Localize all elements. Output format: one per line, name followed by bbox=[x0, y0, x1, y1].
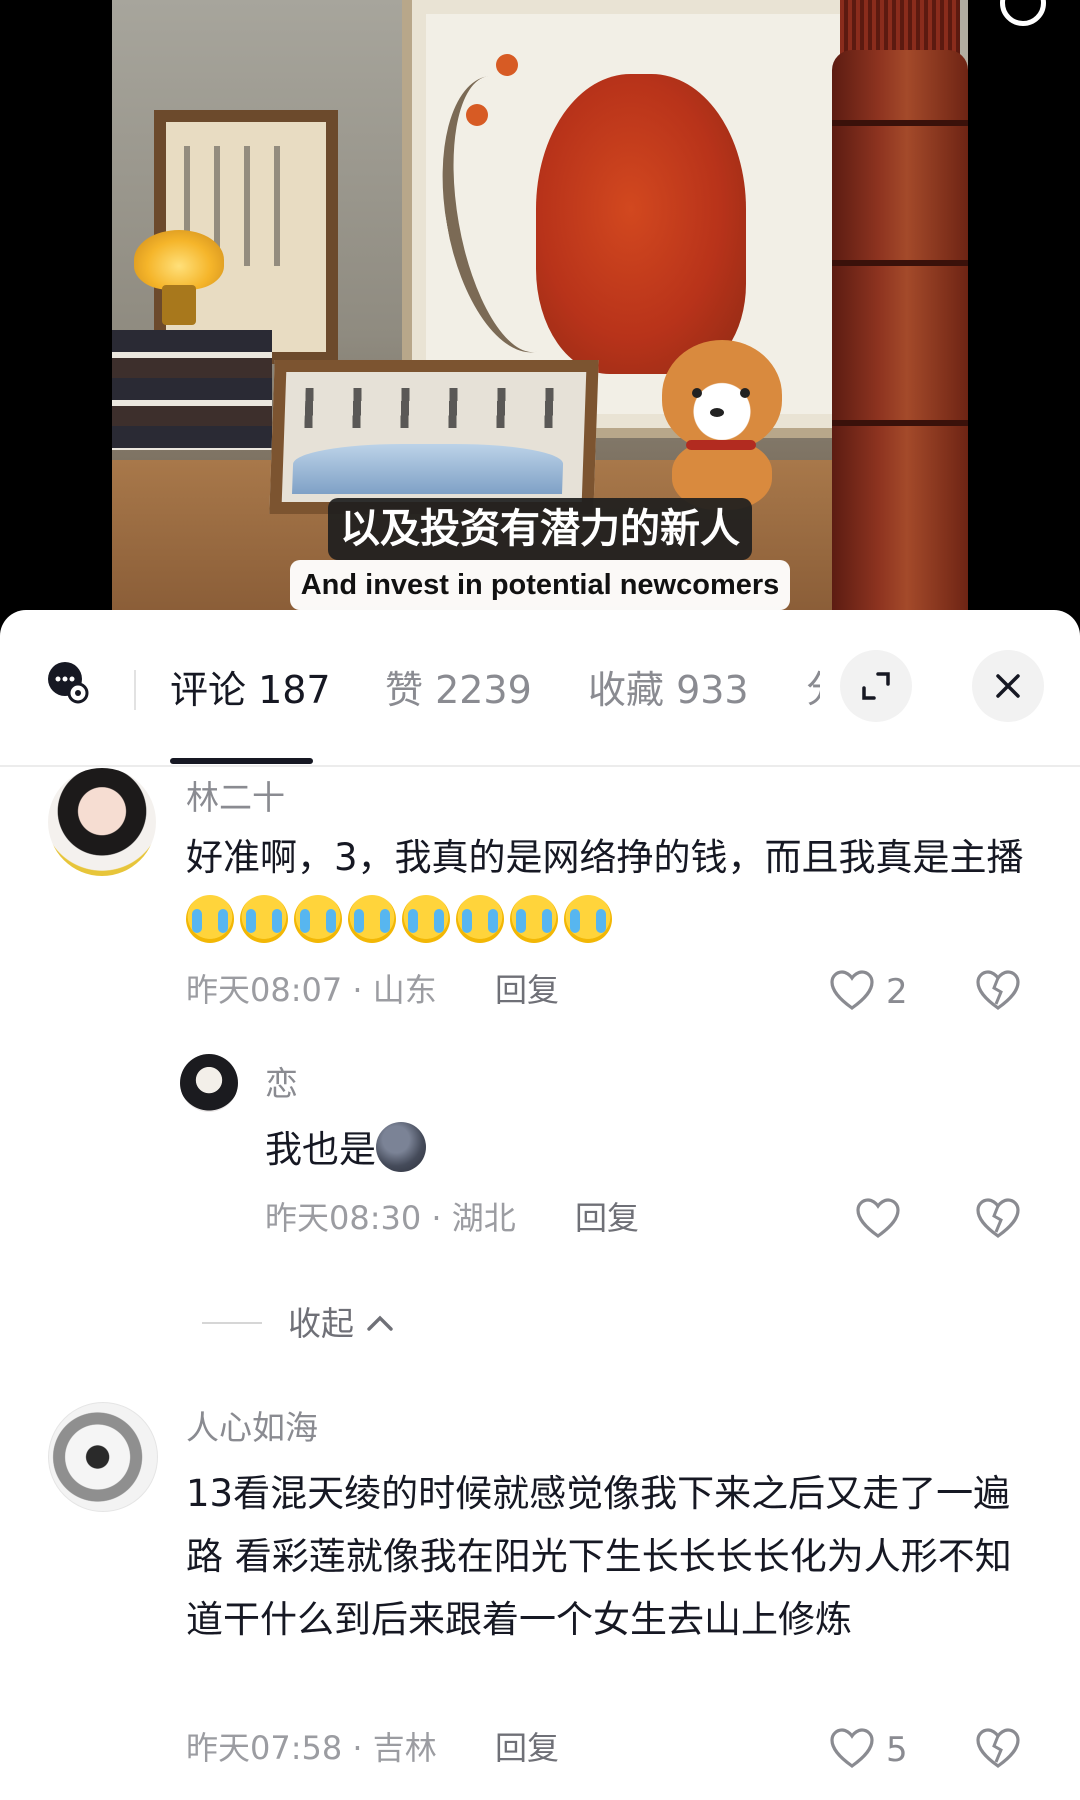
dislike-broken-heart-icon[interactable] bbox=[974, 1726, 1022, 1770]
like-count: 2 bbox=[886, 972, 908, 1012]
tabs-divider bbox=[0, 765, 1080, 767]
comment-text: 好准啊，3，我真的是网络挣的钱，而且我真是主播 bbox=[186, 826, 1036, 952]
comment-body: 好准啊，3，我真的是网络挣的钱，而且我真是主播 bbox=[186, 836, 1024, 879]
avatar[interactable] bbox=[48, 1402, 158, 1512]
comments-sheet: 评论 187 赞 2239 收藏 933 分 林二十 好准啊，3，我真的是网络挣… bbox=[0, 610, 1080, 1800]
tab-divider bbox=[134, 670, 136, 710]
lotus-lamp bbox=[134, 230, 224, 290]
crying-face-icon bbox=[348, 895, 396, 943]
expand-button[interactable] bbox=[840, 650, 912, 722]
avatar[interactable] bbox=[48, 768, 156, 876]
active-tab-indicator bbox=[170, 758, 313, 764]
crying-face-icon bbox=[456, 895, 504, 943]
book-stack bbox=[112, 330, 272, 450]
comment-time: 昨天07:58 bbox=[186, 1729, 343, 1767]
comment-meta: 昨天08:30 · 湖北 bbox=[265, 1196, 516, 1240]
crying-face-icon bbox=[186, 895, 234, 943]
comment-time: 昨天08:30 bbox=[265, 1199, 422, 1237]
collapse-label: 收起 bbox=[288, 1304, 354, 1343]
comment-username[interactable]: 恋 bbox=[265, 1062, 298, 1106]
like-heart-icon[interactable] bbox=[828, 968, 876, 1012]
tab-favorites[interactable]: 收藏 933 bbox=[588, 662, 749, 718]
dislike-broken-heart-icon[interactable] bbox=[974, 1196, 1022, 1240]
crying-face-icon bbox=[240, 895, 288, 943]
like-heart-icon[interactable] bbox=[854, 1196, 902, 1240]
ai-chat-icon[interactable] bbox=[46, 660, 90, 704]
like-heart-icon[interactable] bbox=[828, 1726, 876, 1770]
search-icon[interactable] bbox=[1000, 0, 1046, 26]
comment-location: 山东 bbox=[372, 971, 437, 1009]
small-calligraphy-frame bbox=[269, 360, 599, 514]
comment-location: 湖北 bbox=[451, 1199, 516, 1237]
reply-button[interactable]: 回复 bbox=[575, 1196, 639, 1240]
meta-separator: · bbox=[352, 1729, 363, 1767]
subtitle-chinese: 以及投资有潜力的新人 bbox=[328, 498, 752, 560]
tab-likes[interactable]: 赞 2239 bbox=[385, 662, 532, 718]
crying-face-icon bbox=[402, 895, 450, 943]
tab-share-partial[interactable]: 分 bbox=[806, 662, 820, 718]
close-icon bbox=[996, 674, 1020, 698]
collapse-line bbox=[202, 1322, 262, 1324]
close-button[interactable] bbox=[972, 650, 1044, 722]
like-count: 5 bbox=[886, 1730, 908, 1770]
dislike-broken-heart-icon[interactable] bbox=[974, 968, 1022, 1012]
chevron-up-icon bbox=[366, 1315, 393, 1331]
comment-body: 我也是 bbox=[265, 1128, 376, 1171]
crying-face-icon bbox=[564, 895, 612, 943]
crying-face-icon bbox=[294, 895, 342, 943]
comment-text: 13看混天绫的时候就感觉像我下来之后又走了一遍路 看彩莲就像我在阳光下生长长长长… bbox=[186, 1472, 1012, 1641]
comment-meta: 昨天08:07 · 山东 bbox=[186, 968, 437, 1012]
comments-tab-bar: 评论 187 赞 2239 收藏 933 分 bbox=[0, 610, 1080, 766]
meta-separator: · bbox=[431, 1199, 442, 1237]
meta-separator: · bbox=[352, 971, 363, 1009]
comment-username[interactable]: 人心如海 bbox=[186, 1406, 318, 1450]
tab-comments[interactable]: 评论 187 bbox=[170, 662, 331, 718]
expand-icon bbox=[862, 672, 890, 700]
crying-face-icon bbox=[510, 895, 558, 943]
fortune-canister bbox=[832, 50, 968, 610]
moon-face-icon bbox=[376, 1122, 426, 1172]
reply-button[interactable]: 回复 bbox=[495, 1726, 559, 1770]
video-player[interactable]: 以及投资有潜力的新人 And invest in potential newco… bbox=[0, 0, 1080, 620]
painting-figure bbox=[536, 74, 746, 374]
comment-location: 吉林 bbox=[372, 1729, 437, 1767]
subtitle-english: And invest in potential newcomers bbox=[290, 560, 790, 610]
painting-fruit bbox=[496, 54, 518, 76]
crying-emoji-group bbox=[186, 895, 618, 943]
collapse-replies-button[interactable]: 收起 bbox=[288, 1302, 395, 1346]
comment-time: 昨天08:07 bbox=[186, 971, 343, 1009]
lamp-base bbox=[162, 285, 196, 325]
avatar[interactable] bbox=[180, 1054, 238, 1112]
comment-meta: 昨天07:58 · 吉林 bbox=[186, 1726, 437, 1770]
reply-button[interactable]: 回复 bbox=[495, 968, 559, 1012]
comment-text: 我也是 bbox=[265, 1118, 965, 1181]
dog-figurine bbox=[652, 340, 792, 510]
comment-username[interactable]: 林二十 bbox=[186, 776, 285, 820]
painting-fruit bbox=[466, 104, 488, 126]
